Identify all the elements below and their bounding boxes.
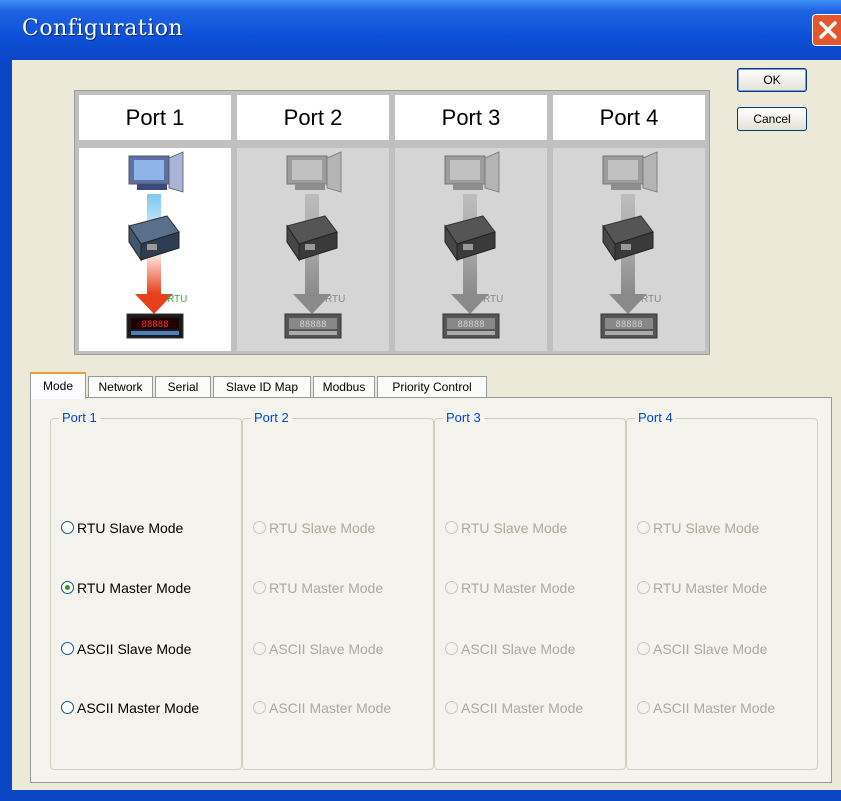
meter-icon: 88888	[126, 313, 184, 339]
protocol-label: RTU	[483, 294, 503, 305]
port-header: Port 4	[553, 95, 705, 140]
radio-button	[445, 642, 458, 655]
radio-button	[253, 701, 266, 714]
radio-button	[637, 581, 650, 594]
radio-label: ASCII Master Mode	[653, 700, 776, 716]
radio-button	[637, 701, 650, 714]
mode-group-port-2: Port 2 RTU Slave Mode RTU Master Mode ASCII…	[242, 410, 434, 770]
radio-label: RTU Master Mode	[461, 580, 576, 596]
port-column-2[interactable]: Port 2 RTU 88888	[237, 95, 389, 351]
radio-label: ASCII Master Mode	[461, 700, 584, 716]
group-label: Port 2	[251, 410, 292, 425]
mode-tab-page: Port 1 RTU Slave Mode RTU Master Mode ASCII…	[30, 397, 832, 783]
radio-label: ASCII Master Mode	[269, 700, 392, 716]
meter-display: 88888	[299, 320, 326, 330]
close-button[interactable]	[812, 14, 841, 46]
radio-button	[445, 701, 458, 714]
meter-display: 88888	[141, 320, 168, 330]
radio-button	[637, 642, 650, 655]
group-label: Port 3	[443, 410, 484, 425]
radio-button	[445, 521, 458, 534]
radio-button[interactable]	[61, 521, 74, 534]
port-column-1[interactable]: Port 1 RTU 88888	[79, 95, 231, 351]
port-column-3[interactable]: Port 3 RTU 88888	[395, 95, 547, 351]
serial-gateway-icon	[602, 215, 654, 262]
group-label: Port 4	[635, 410, 676, 425]
tab-serial[interactable]: Serial	[155, 376, 211, 398]
port-illustration: RTU 88888	[79, 148, 231, 351]
radio-label: ASCII Slave Mode	[461, 641, 576, 657]
meter-icon: 88888	[600, 313, 658, 339]
radio-button	[253, 581, 266, 594]
serial-gateway-icon	[444, 215, 496, 262]
meter-icon: 88888	[442, 313, 500, 339]
radio-label: RTU Slave Mode	[461, 520, 568, 536]
port-illustration: RTU 88888	[395, 148, 547, 351]
pc-icon	[128, 151, 184, 193]
group-label: Port 1	[59, 410, 100, 425]
pc-icon	[602, 151, 658, 193]
pc-icon	[286, 151, 342, 193]
port-diagram-panel: Port 1 RTU 88888 Port 2 RTU 88888 Port 3…	[74, 90, 710, 355]
port-header: Port 2	[237, 95, 389, 140]
port-illustration: RTU 88888	[237, 148, 389, 351]
radio-label: RTU Master Mode	[653, 580, 768, 596]
meter-display: 88888	[457, 320, 484, 330]
radio-label: RTU Master Mode	[269, 580, 384, 596]
pc-icon	[444, 151, 500, 193]
tab-slave-id-map[interactable]: Slave ID Map	[213, 376, 311, 398]
title-bar[interactable]: Configuration	[0, 0, 841, 60]
cancel-button[interactable]: Cancel	[737, 107, 807, 131]
port-header: Port 1	[79, 95, 231, 140]
tab-network[interactable]: Network	[88, 376, 153, 398]
radio-label: ASCII Slave Mode	[269, 641, 384, 657]
radio-button	[253, 642, 266, 655]
mode-group-port-3: Port 3 RTU Slave Mode RTU Master Mode ASCII…	[434, 410, 626, 770]
radio-selected-dot	[65, 585, 70, 590]
port-illustration: RTU 88888	[553, 148, 705, 351]
ok-button[interactable]: OK	[737, 68, 807, 92]
radio-label: ASCII Slave Mode	[653, 641, 768, 657]
radio-label: ASCII Slave Mode	[77, 641, 192, 657]
radio-button	[637, 521, 650, 534]
radio-button	[253, 521, 266, 534]
protocol-label: RTU	[325, 294, 345, 305]
window-title: Configuration	[22, 16, 184, 41]
radio-button[interactable]	[61, 701, 74, 714]
radio-label: RTU Slave Mode	[653, 520, 760, 536]
port-header: Port 3	[395, 95, 547, 140]
radio-label: RTU Master Mode	[77, 580, 192, 596]
mode-group-port-4: Port 4 RTU Slave Mode RTU Master Mode ASCII…	[626, 410, 818, 770]
close-icon	[819, 21, 837, 39]
radio-label: RTU Slave Mode	[77, 520, 184, 536]
tab-priority-control[interactable]: Priority Control	[377, 376, 487, 398]
protocol-label: RTU	[167, 294, 187, 305]
radio-label: RTU Slave Mode	[269, 520, 376, 536]
window-frame-bottom	[0, 790, 841, 801]
port-column-4[interactable]: Port 4 RTU 88888	[553, 95, 705, 351]
tab-mode[interactable]: Mode	[30, 372, 86, 399]
radio-button[interactable]	[61, 642, 74, 655]
mode-group-port-1: Port 1 RTU Slave Mode RTU Master Mode ASCII…	[50, 410, 242, 770]
serial-gateway-icon	[128, 215, 180, 262]
protocol-label: RTU	[641, 294, 661, 305]
radio-label: ASCII Master Mode	[77, 700, 200, 716]
meter-display: 88888	[615, 320, 642, 330]
window-frame-left	[0, 60, 12, 801]
radio-button	[445, 581, 458, 594]
meter-icon: 88888	[284, 313, 342, 339]
radio-button[interactable]	[61, 581, 74, 594]
configuration-window: Configuration OK Cancel Port 1 RTU 88888…	[0, 0, 841, 801]
tab-modbus[interactable]: Modbus	[313, 376, 375, 398]
serial-gateway-icon	[286, 215, 338, 262]
